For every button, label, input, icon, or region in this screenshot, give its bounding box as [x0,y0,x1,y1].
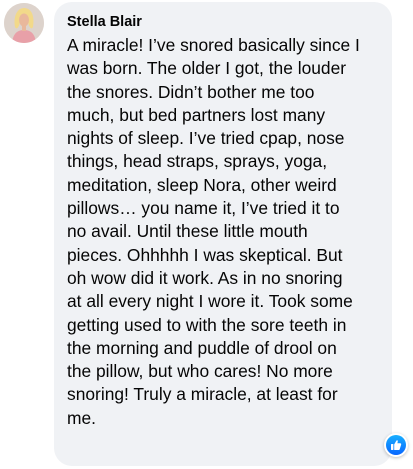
avatar[interactable] [4,3,44,43]
comment-text-line: me. [67,407,96,428]
comment-text-line: much, but bed partners lost many [67,104,326,125]
comment-text-line: pillows… you name it, I’ve tried it to [67,198,340,219]
comment-text-line: getting used to with the sore teeth in [67,314,347,335]
comment-text-line: nights of sleep. I’ve tried cpap, nose [67,128,345,149]
comment-text-line: the morning and puddle of drool on [67,337,337,358]
comment-text-line: the snores. Didn’t bother me too [67,81,315,102]
comment-author-name[interactable]: Stella Blair [67,13,382,31]
comment-text-line: pieces. Ohhhhh I was skeptical. But [67,244,343,265]
profile-photo [4,3,44,43]
comment-text-line: meditation, sleep Nora, other weird [67,174,337,195]
comment-text-line: at all every night I wore it. Took some [67,291,353,312]
comment-text-line: snoring! Truly a miracle, at least for [67,384,338,405]
comment-text-line: the pillow, but who cares! No more [67,361,333,382]
comment-bubble: Stella Blair A miracle! I’ve snored basi… [54,2,392,466]
comment-text-line: things, head straps, sprays, yoga, [67,151,328,172]
comment-text-line: A miracle! I’ve snored basically since I [67,35,360,55]
comment-text-line: no avail. Until these little mouth [67,221,308,242]
comment-text: A miracle! I’ve snored basically since I… [67,34,397,430]
comment-text-line: was born. The older I got, the louder [67,58,347,79]
comment-text-line: oh wow did it work. As in no snoring [67,267,343,288]
reaction-badge[interactable] [384,433,408,457]
like-reaction [386,435,406,455]
like-thumbs-up-icon [391,440,402,450]
